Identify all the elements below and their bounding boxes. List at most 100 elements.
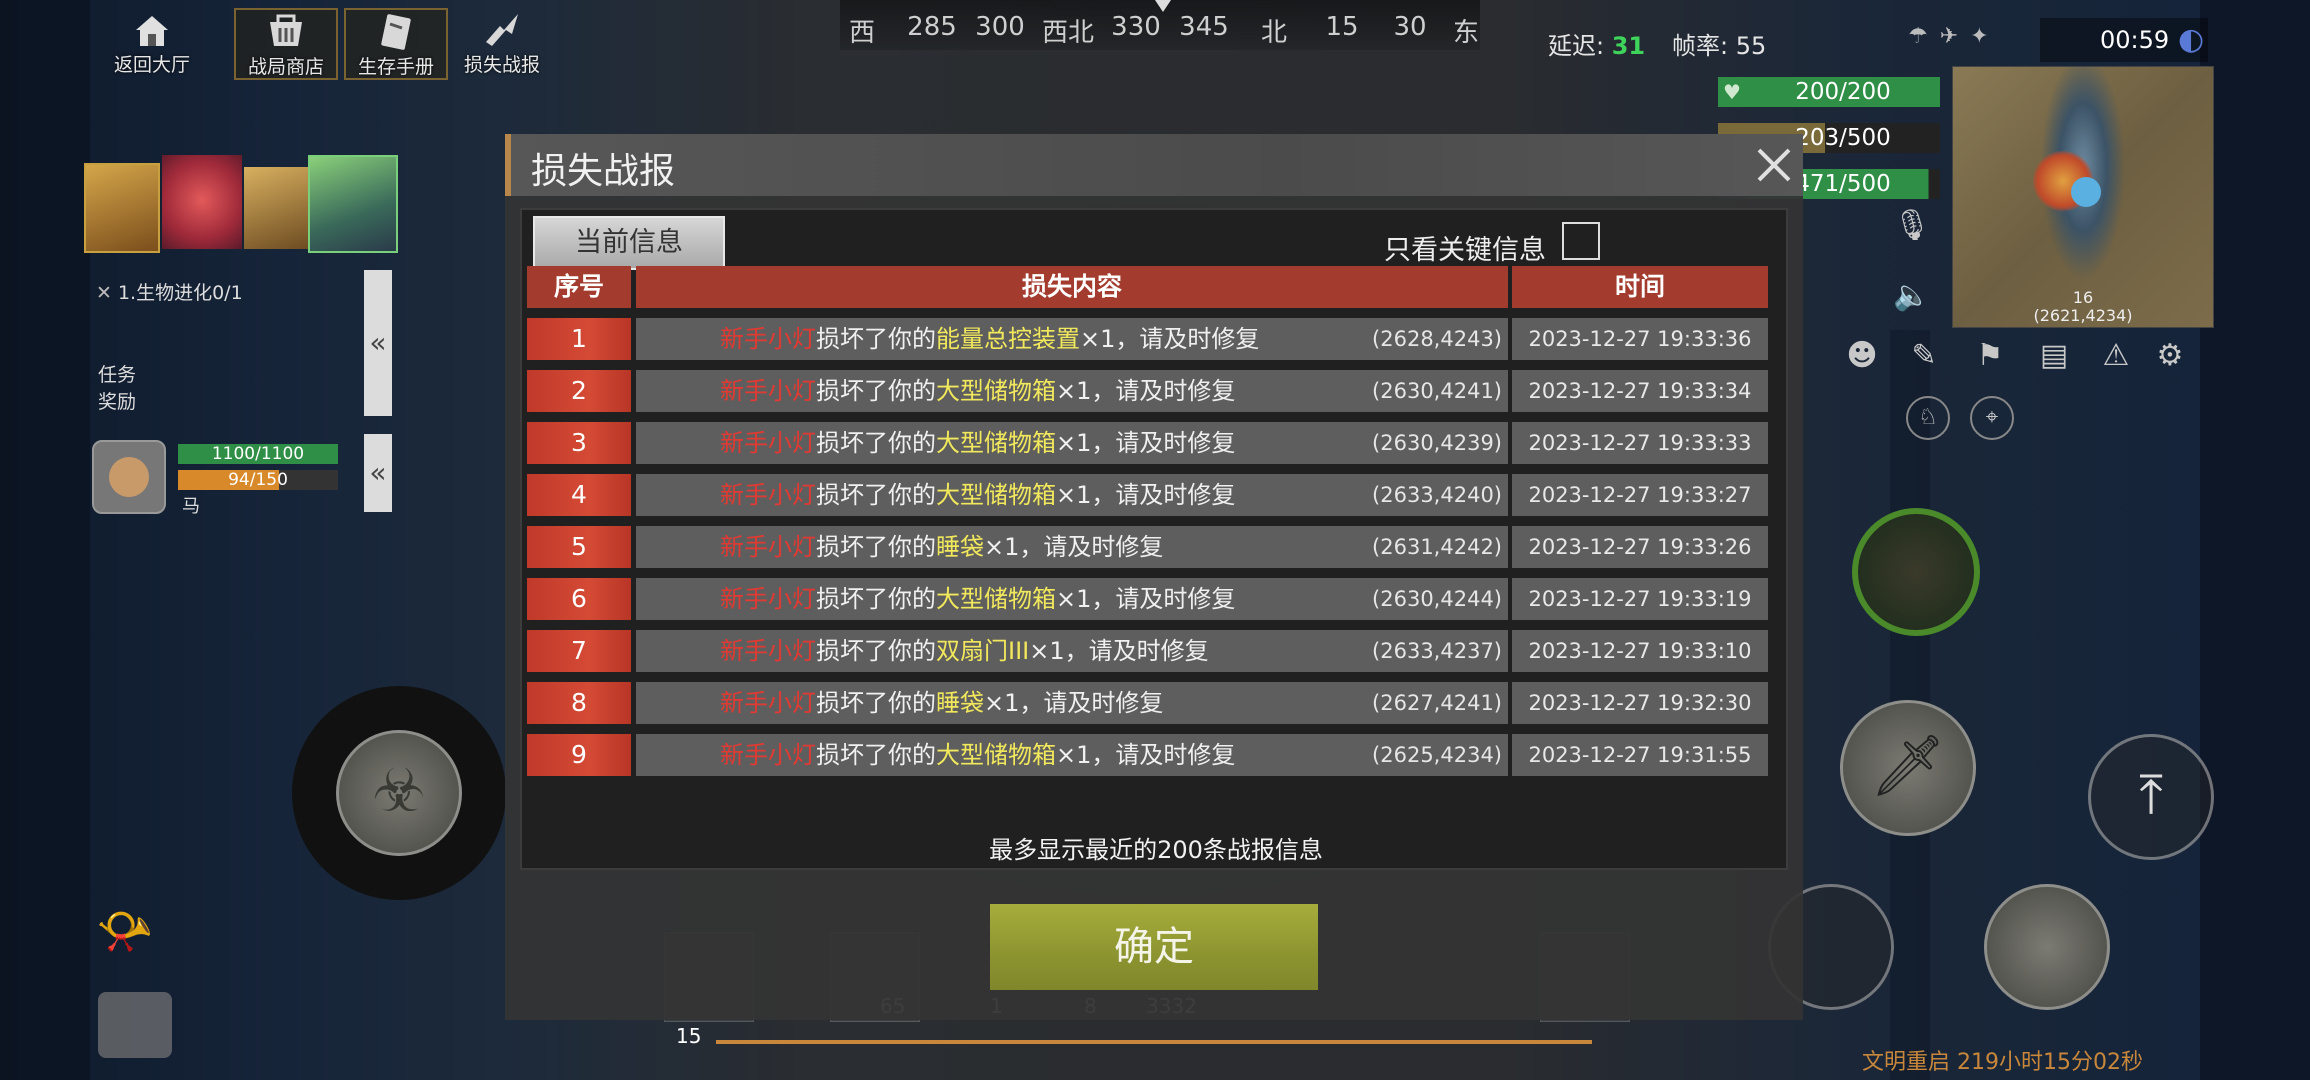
quest-objective[interactable]: ✕ 1.生物进化0/1: [96, 278, 243, 305]
jump-button[interactable]: ⤒: [2088, 734, 2214, 860]
pet-name: 马: [182, 496, 200, 517]
match-shop-button[interactable]: 战局商店: [234, 8, 338, 80]
row-index: 1: [527, 318, 631, 360]
minimap-label: 16 (2621,4234): [1953, 289, 2213, 325]
quest-objective-text: 1.生物进化0/1: [117, 282, 243, 304]
compass-mark: 330: [1111, 12, 1161, 42]
latency-label: 延迟:: [1548, 32, 1605, 60]
row-message: 新手小灯损坏了你的睡袋×1，请及时修复: [720, 526, 1163, 568]
compass-mark: 300: [975, 12, 1025, 42]
lie-down-button[interactable]: [1852, 508, 1980, 636]
row-message: 新手小灯损坏了你的大型储物箱×1，请及时修复: [720, 422, 1235, 464]
return-lobby-button[interactable]: 返回大厅: [100, 8, 204, 80]
compass-mark: 285: [907, 12, 957, 42]
microphone-icon[interactable]: 🎙: [1892, 206, 1932, 246]
latency-readout: 延迟: 31: [1548, 26, 1645, 61]
row-item: 双扇门III: [936, 637, 1030, 665]
crouch-button[interactable]: [1984, 884, 2110, 1010]
avatar[interactable]: [244, 167, 314, 249]
row-index: 6: [527, 578, 631, 620]
damage-report-button[interactable]: 损失战报: [450, 8, 554, 80]
podium-icon[interactable]: ▤: [2034, 336, 2074, 376]
mount-icon[interactable]: ♘: [1906, 396, 1950, 440]
attack-knife-button[interactable]: 🗡: [1840, 700, 1976, 836]
compass-mark: 西: [848, 18, 876, 48]
confirm-button[interactable]: 确定: [990, 904, 1318, 990]
pet-stamina-bar: 94/150: [178, 470, 338, 490]
row-tail: ×1，请及时修复: [984, 533, 1164, 561]
row-verb: 损坏了你的: [816, 429, 936, 457]
row-item: 大型储物箱: [936, 585, 1056, 613]
table-row: 8 新手小灯损坏了你的睡袋×1，请及时修复 (2627,4241) 2023-12-2…: [522, 682, 1790, 726]
mask-icon[interactable]: ☻: [1842, 336, 1882, 376]
flag-icon[interactable]: ⚑: [1970, 336, 2010, 376]
avatar[interactable]: [308, 155, 398, 253]
row-actor: 新手小灯: [720, 429, 816, 457]
location-pin-icon[interactable]: ⌖: [1970, 396, 2014, 440]
table-row: 6 新手小灯损坏了你的大型储物箱×1，请及时修复 (2630,4244) 2023-1…: [522, 578, 1790, 622]
table-row: 4 新手小灯损坏了你的大型储物箱×1，请及时修复 (2633,4240) 2023-1…: [522, 474, 1790, 518]
quest-reward[interactable]: 任务 奖励: [98, 360, 158, 414]
minimap-coordinates: (2621,4234): [2033, 306, 2133, 325]
row-actor: 新手小灯: [720, 585, 816, 613]
column-header-content: 损失内容: [636, 266, 1508, 308]
movement-joystick[interactable]: ☣: [292, 686, 506, 900]
latency-value: 31: [1611, 32, 1646, 60]
row-content: 新手小灯损坏了你的能量总控装置×1，请及时修复 (2628,4243): [636, 318, 1508, 360]
settings-gear-icon[interactable]: ⚙: [2150, 336, 2190, 376]
collapse-quest-button[interactable]: «: [364, 270, 392, 416]
table-row: 9 新手小灯损坏了你的大型储物箱×1，请及时修复 (2625,4234) 2023-1…: [522, 734, 1790, 778]
close-icon[interactable]: [1751, 142, 1797, 188]
row-index: 3: [527, 422, 631, 464]
avatar[interactable]: [162, 155, 242, 249]
row-index: 4: [527, 474, 631, 516]
row-message: 新手小灯损坏了你的大型储物箱×1，请及时修复: [720, 474, 1235, 516]
row-content: 新手小灯损坏了你的大型储物箱×1，请及时修复 (2630,4244): [636, 578, 1508, 620]
report-panel: 当前信息 只看关键信息 序号 损失内容 时间 1 新手小灯损坏了你的能量总控装置×…: [520, 208, 1788, 870]
row-tail: ×1，请及时修复: [1056, 481, 1236, 509]
compass-mark: 北: [1260, 18, 1288, 48]
joystick-knob[interactable]: ☣: [336, 730, 462, 856]
avatar[interactable]: [84, 163, 160, 253]
report-limit-note: 最多显示最近的200条战报信息: [989, 836, 1323, 864]
row-message: 新手小灯损坏了你的大型储物箱×1，请及时修复: [720, 370, 1235, 412]
key-info-filter-checkbox[interactable]: [1562, 222, 1600, 260]
warning-icon[interactable]: ⚠: [2096, 336, 2136, 376]
brush-icon[interactable]: ✎: [1904, 336, 1944, 376]
home-icon: [136, 16, 168, 46]
row-coordinates: (2628,4243): [1372, 327, 1502, 351]
whistle-icon[interactable]: 📯: [96, 904, 153, 959]
row-actor: 新手小灯: [720, 637, 816, 665]
tab-current-info[interactable]: 当前信息: [533, 216, 725, 270]
row-time: 2023-12-27 19:32:30: [1512, 682, 1768, 724]
row-content: 新手小灯损坏了你的大型储物箱×1，请及时修复 (2633,4240): [636, 474, 1508, 516]
survival-handbook-button[interactable]: 生存手册: [344, 8, 448, 80]
row-actor: 新手小灯: [720, 481, 816, 509]
player-level: 15: [676, 1024, 702, 1048]
row-item: 能量总控装置: [936, 325, 1080, 353]
pet-avatar[interactable]: [92, 440, 166, 514]
row-time: 2023-12-27 19:33:36: [1512, 318, 1768, 360]
chevron-left-icon: «: [369, 326, 387, 359]
row-actor: 新手小灯: [720, 689, 816, 717]
return-lobby-label: 返回大厅: [113, 54, 190, 76]
row-verb: 损坏了你的: [816, 377, 936, 405]
speaker-icon[interactable]: 🔈: [1892, 276, 1932, 316]
minimap[interactable]: 16 (2621,4234): [1952, 66, 2214, 328]
row-message: 新手小灯损坏了你的睡袋×1，请及时修复: [720, 682, 1163, 724]
row-time: 2023-12-27 19:33:33: [1512, 422, 1768, 464]
moon-icon: ◐: [2178, 22, 2205, 57]
row-time: 2023-12-27 19:33:19: [1512, 578, 1768, 620]
column-header-time: 时间: [1512, 266, 1768, 308]
book-icon: [381, 14, 411, 50]
health-bar: ♥ 200/200: [1718, 77, 1940, 107]
team-avatars: [84, 155, 414, 255]
row-coordinates: (2630,4244): [1372, 587, 1502, 611]
compass-bar: 西 285 300 西北 330 345 北 15 30 东: [840, 0, 1480, 50]
row-verb: 损坏了你的: [816, 533, 936, 561]
collapse-pet-button[interactable]: «: [364, 434, 392, 512]
row-coordinates: (2631,4242): [1372, 535, 1502, 559]
map-item-icon[interactable]: [98, 992, 172, 1058]
jump-arrow-icon: ⤒: [2139, 763, 2163, 826]
row-item: 睡袋: [936, 689, 984, 717]
